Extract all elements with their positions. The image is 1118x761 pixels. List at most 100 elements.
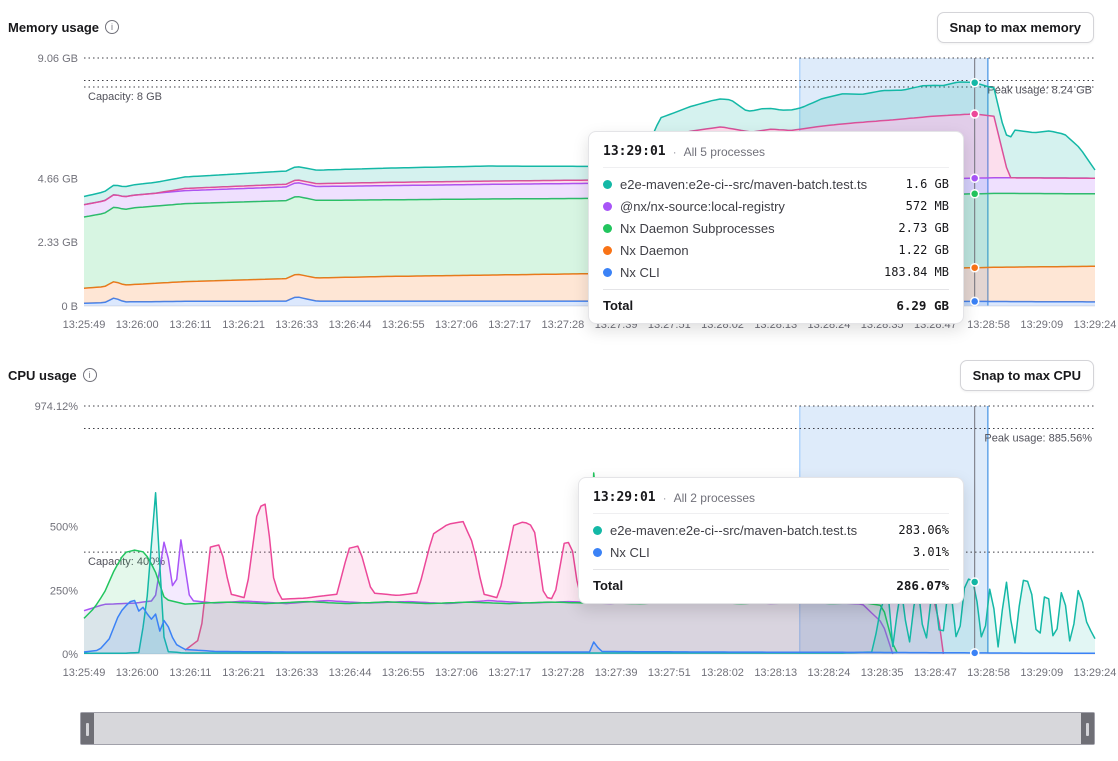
tooltip-time: 13:29:01 (603, 144, 666, 159)
tooltip-total-label: Total (593, 578, 623, 593)
x-tick-label: 13:28:02 (701, 667, 744, 679)
memory-info-icon[interactable]: i (105, 20, 119, 34)
y-tick-label: 0% (62, 649, 78, 661)
series-color-dot (603, 180, 612, 189)
x-tick-label: 13:27:28 (541, 319, 584, 331)
hover-dot (971, 649, 979, 657)
tooltip-rows: e2e-maven:e2e-ci--src/maven-batch.test.t… (603, 173, 949, 283)
hover-dot (971, 110, 979, 118)
x-tick-label: 13:26:00 (116, 319, 159, 331)
tooltip-separator-dot: · (663, 491, 667, 505)
x-tick-label: 13:27:06 (435, 319, 478, 331)
x-tick-label: 13:26:44 (329, 319, 372, 331)
x-tick-label: 13:27:17 (488, 667, 531, 679)
tooltip-process-row: e2e-maven:e2e-ci--src/maven-batch.test.t… (593, 519, 949, 541)
y-tick-label: 500% (50, 522, 78, 534)
process-value: 1.6 GB (906, 177, 949, 191)
hover-dot (971, 264, 979, 272)
tooltip-process-count: All 2 processes (674, 491, 755, 505)
cpu-chart-header: CPU usage i Snap to max CPU (8, 358, 1094, 392)
tooltip-total-row: Total 6.29 GB (603, 289, 949, 313)
scrollbar-right-handle[interactable] (1081, 713, 1094, 744)
tooltip-process-row: Nx CLI183.84 MB (603, 261, 949, 283)
series-color-dot (603, 202, 612, 211)
series-color-dot (603, 246, 612, 255)
scrollbar-track[interactable] (94, 713, 1081, 744)
memory-title-wrap: Memory usage i (8, 20, 119, 35)
cpu-chart-title: CPU usage (8, 368, 77, 383)
snap-to-max-cpu-button[interactable]: Snap to max CPU (960, 360, 1094, 391)
x-tick-label: 13:26:11 (169, 319, 211, 331)
tooltip-header: 13:29:01 · All 5 processes (603, 142, 949, 168)
scrollbar-left-handle[interactable] (81, 713, 94, 744)
x-tick-label: 13:29:09 (1020, 667, 1063, 679)
tooltip-header: 13:29:01 · All 2 processes (593, 488, 949, 514)
x-tick-label: 13:27:28 (541, 667, 584, 679)
cpu-tooltip: 13:29:01 · All 2 processes e2e-maven:e2e… (578, 477, 964, 604)
process-name: Nx CLI (620, 265, 876, 280)
x-tick-label: 13:26:55 (382, 319, 425, 331)
process-value: 1.22 GB (898, 243, 949, 257)
memory-chart-title: Memory usage (8, 20, 99, 35)
x-tick-label: 13:26:44 (329, 667, 372, 679)
x-tick-label: 13:27:39 (595, 667, 638, 679)
x-tick-label: 13:26:33 (275, 319, 318, 331)
x-tick-label: 13:28:47 (914, 667, 957, 679)
process-name: Nx Daemon (620, 243, 890, 258)
tooltip-total-label: Total (603, 298, 633, 313)
y-tick-label: 4.66 GB (38, 173, 78, 185)
tooltip-process-row: Nx Daemon 1.22 GB (603, 239, 949, 261)
process-profiler-page: Memory usage i Snap to max memory Capaci… (0, 0, 1118, 761)
x-tick-label: 13:29:24 (1074, 319, 1117, 331)
y-tick-label: 974.12% (35, 401, 79, 413)
process-value: 2.73 GB (898, 221, 949, 235)
memory-tooltip: 13:29:01 · All 5 processes e2e-maven:e2e… (588, 131, 964, 324)
x-tick-label: 13:27:17 (488, 319, 531, 331)
process-name: e2e-maven:e2e-ci--src/maven-batch.test.t… (620, 177, 898, 192)
x-tick-label: 13:26:11 (169, 667, 211, 679)
capacity-label: Capacity: 8 GB (88, 91, 162, 103)
process-name: Nx CLI (610, 545, 905, 560)
x-tick-label: 13:26:21 (222, 667, 265, 679)
x-tick-label: 13:25:49 (63, 667, 106, 679)
x-tick-label: 13:27:06 (435, 667, 478, 679)
x-tick-label: 13:27:51 (648, 667, 691, 679)
peak-label: Peak usage: 885.56% (984, 433, 1092, 445)
x-tick-label: 13:26:55 (382, 667, 425, 679)
x-tick-label: 13:28:35 (861, 667, 904, 679)
process-name: e2e-maven:e2e-ci--src/maven-batch.test.t… (610, 523, 890, 538)
hover-dot (971, 190, 979, 198)
hover-dot (971, 174, 979, 182)
snap-to-max-memory-button[interactable]: Snap to max memory (937, 12, 1095, 43)
x-tick-label: 13:28:58 (967, 319, 1010, 331)
y-tick-label: 9.06 GB (38, 53, 78, 65)
cpu-title-wrap: CPU usage i (8, 368, 97, 383)
x-tick-label: 13:26:21 (222, 319, 265, 331)
tooltip-process-row: Nx CLI3.01% (593, 541, 949, 563)
handle-grip (86, 723, 89, 736)
process-name: @nx/nx-source:local-registry (620, 199, 898, 214)
tooltip-time: 13:29:01 (593, 490, 656, 505)
hover-dot (971, 297, 979, 305)
y-tick-label: 250% (50, 585, 78, 597)
hover-dot (971, 79, 979, 87)
x-tick-label: 13:25:49 (63, 319, 106, 331)
tooltip-total-value: 6.29 GB (896, 298, 949, 313)
tooltip-process-count: All 5 processes (684, 145, 765, 159)
y-tick-label: 2.33 GB (38, 237, 78, 249)
series-color-dot (593, 548, 602, 557)
tooltip-process-row: e2e-maven:e2e-ci--src/maven-batch.test.t… (603, 173, 949, 195)
series-color-dot (603, 268, 612, 277)
cpu-info-icon[interactable]: i (83, 368, 97, 382)
handle-grip (1086, 723, 1089, 736)
tooltip-total-value: 286.07% (896, 578, 949, 593)
x-tick-label: 13:29:09 (1020, 319, 1063, 331)
series-color-dot (593, 526, 602, 535)
process-name: Nx Daemon Subprocesses (620, 221, 890, 236)
timeline-scrollbar[interactable] (80, 712, 1095, 745)
tooltip-separator-dot: · (673, 145, 677, 159)
peak-label: Peak usage: 8.24 GB (987, 84, 1092, 96)
x-tick-label: 13:28:13 (754, 667, 797, 679)
x-tick-label: 13:26:00 (116, 667, 159, 679)
hover-dot (971, 578, 979, 586)
